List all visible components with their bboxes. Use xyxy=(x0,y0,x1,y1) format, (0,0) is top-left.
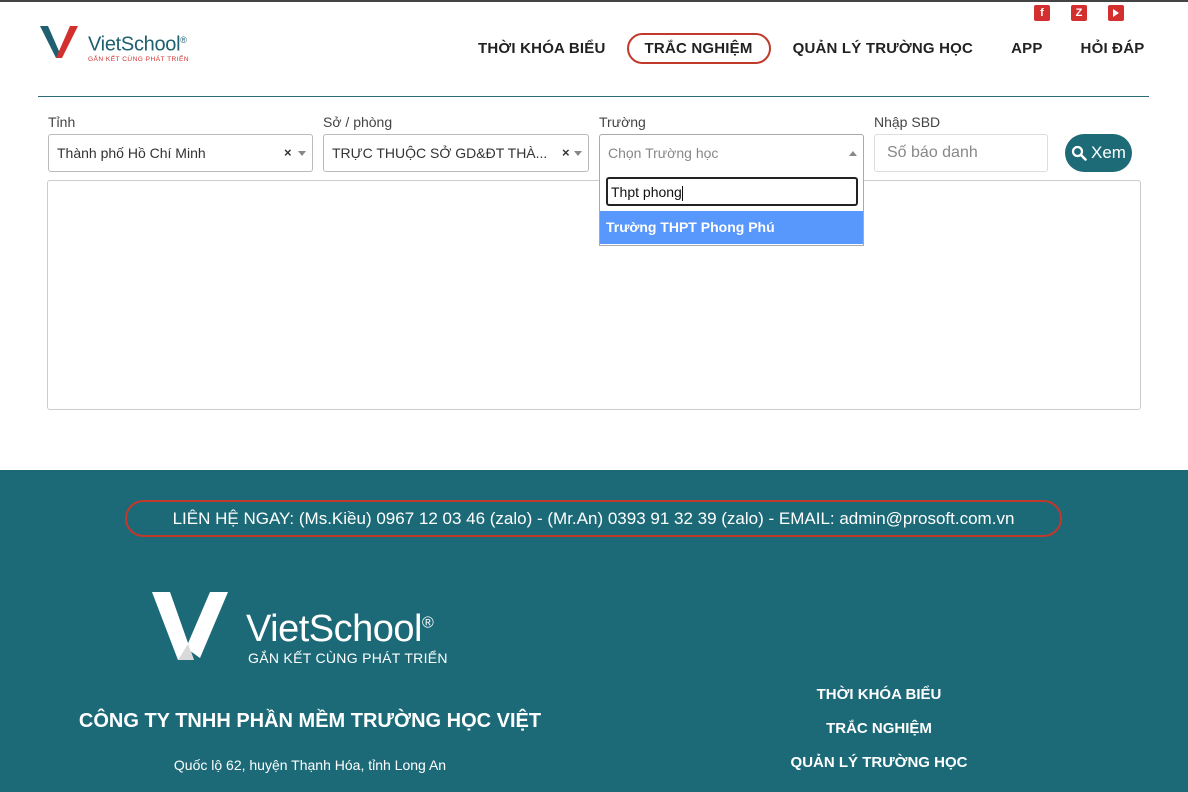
tinh-clear-icon[interactable]: × xyxy=(284,145,292,160)
text-caret xyxy=(681,185,683,201)
so-phong-clear-icon[interactable]: × xyxy=(560,145,570,160)
truong-search-input[interactable]: Thpt phong xyxy=(606,177,858,206)
nav-app[interactable]: APP xyxy=(1011,40,1042,57)
tinh-value: Thành phố Hồ Chí Minh xyxy=(57,145,206,161)
top-border xyxy=(0,0,1188,2)
result-panel xyxy=(47,180,1141,410)
so-phong-select[interactable]: TRỰC THUỘC SỞ GD&ĐT THÀ... × xyxy=(323,134,589,172)
header-divider xyxy=(38,96,1149,97)
footer-logo: VietSchool® GẮN KẾT CÙNG PHÁT TRIỂN xyxy=(150,588,448,669)
footer-link-thoi-khoa-bieu[interactable]: THỜI KHÓA BIỂU xyxy=(760,686,998,703)
facebook-icon[interactable]: f xyxy=(1034,5,1050,21)
search-icon xyxy=(1071,145,1087,161)
chevron-up-icon xyxy=(849,151,857,156)
footer-links: THỜI KHÓA BIỂU TRẮC NGHIỆM QUẢN LÝ TRƯỜN… xyxy=(760,686,998,788)
so-phong-label: Sở / phòng xyxy=(323,114,393,130)
social-links: f Z xyxy=(1034,5,1124,21)
header-logo[interactable]: VietSchool® GẮN KẾT CÙNG PHÁT TRIỂN xyxy=(38,22,189,63)
footer-link-quan-ly-truong-hoc[interactable]: QUẢN LÝ TRƯỜNG HỌC xyxy=(760,754,998,771)
xem-button[interactable]: Xem xyxy=(1065,134,1132,172)
tinh-select[interactable]: Thành phố Hồ Chí Minh × xyxy=(48,134,313,172)
nav-thoi-khoa-bieu[interactable]: THỜI KHÓA BIỂU xyxy=(478,40,606,57)
chevron-down-icon xyxy=(574,151,582,156)
tinh-label: Tỉnh xyxy=(48,114,76,130)
truong-label: Trường xyxy=(599,114,646,130)
truong-dropdown: Thpt phong Trường THPT Phong Phú xyxy=(599,171,864,246)
so-phong-value: TRỰC THUỘC SỞ GD&ĐT THÀ... xyxy=(332,145,548,161)
nav-hoi-dap[interactable]: HỎI ĐÁP xyxy=(1081,40,1145,57)
truong-select[interactable]: Chọn Trường học xyxy=(599,134,864,172)
nav-quan-ly-truong-hoc[interactable]: QUẢN LÝ TRƯỜNG HỌC xyxy=(793,40,974,57)
truong-placeholder: Chọn Trường học xyxy=(608,145,719,161)
footer: LIÊN HỆ NGAY: (Ms.Kiều) 0967 12 03 46 (z… xyxy=(0,470,1188,792)
dropdown-option[interactable]: Trường THPT Phong Phú xyxy=(600,211,863,244)
main-nav: THỜI KHÓA BIỂU TRẮC NGHIỆM QUẢN LÝ TRƯỜN… xyxy=(478,33,1144,64)
footer-link-trac-nghiem[interactable]: TRẮC NGHIỆM xyxy=(760,720,998,737)
nav-trac-nghiem[interactable]: TRẮC NGHIỆM xyxy=(626,33,771,64)
company-name: CÔNG TY TNHH PHẦN MỀM TRƯỜNG HỌC VIỆT xyxy=(78,710,542,732)
brand-tagline: GẮN KẾT CÙNG PHÁT TRIỂN xyxy=(88,55,190,63)
chevron-down-icon xyxy=(298,151,306,156)
sbd-label: Nhập SBD xyxy=(874,114,941,130)
company-address: Quốc lộ 62, huyện Thạnh Hóa, tỉnh Long A… xyxy=(173,757,447,773)
vietschool-logo-icon xyxy=(40,26,78,58)
footer-brand-tagline: GẮN KẾT CÙNG PHÁT TRIỂN xyxy=(248,650,448,666)
sbd-input[interactable]: Số báo danh xyxy=(874,134,1048,172)
footer-brand-name: VietSchool® xyxy=(246,608,434,650)
xem-label: Xem xyxy=(1091,143,1126,162)
contact-banner: LIÊN HỆ NGAY: (Ms.Kiều) 0967 12 03 46 (z… xyxy=(125,500,1062,537)
brand-name: VietSchool® xyxy=(88,33,187,56)
vietschool-logo-icon xyxy=(152,592,228,660)
zalo-icon[interactable]: Z xyxy=(1071,5,1087,21)
youtube-icon[interactable] xyxy=(1108,5,1124,21)
